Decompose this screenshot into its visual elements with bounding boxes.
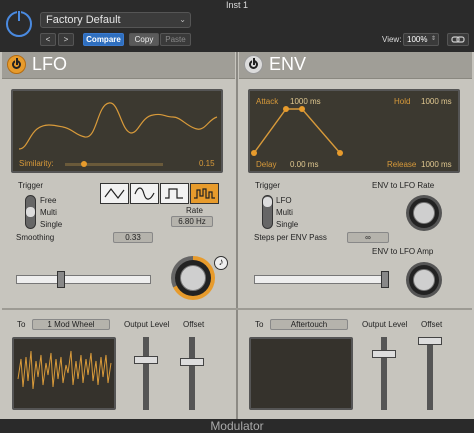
steps-slider[interactable]	[254, 275, 389, 284]
env-trigger-label: Trigger	[255, 181, 281, 190]
rate-label: Rate	[186, 206, 203, 215]
section-separator	[2, 308, 472, 310]
smoothing-value[interactable]: 0.33	[113, 232, 153, 243]
lfo-power-button[interactable]	[7, 55, 26, 74]
bypass-power-icon[interactable]	[6, 10, 32, 37]
lfo-output-level-slider[interactable]	[143, 337, 149, 410]
copy-button[interactable]: Copy	[129, 33, 159, 46]
link-button[interactable]	[447, 33, 469, 46]
triangle-wave-icon	[104, 188, 125, 199]
panel-divider	[236, 52, 238, 419]
next-preset-button[interactable]: >	[58, 33, 74, 46]
note-sync-icon[interactable]: ♪	[214, 256, 228, 270]
env-trigger-switch[interactable]	[262, 195, 273, 229]
lfo-offset-thumb[interactable]	[180, 358, 204, 366]
env-output-level-thumb[interactable]	[372, 350, 396, 358]
similarity-label: Similarity:	[19, 159, 54, 168]
similarity-value: 0.15	[199, 159, 215, 168]
host-header: Inst 1 Factory Default ⌄ < > Compare Cop…	[0, 0, 474, 52]
lfo-offset-label: Offset	[183, 320, 205, 329]
lfo-output-display	[12, 337, 116, 410]
env-output-level-slider[interactable]	[381, 337, 387, 410]
env-to-lfo-rate-label: ENV to LFO Rate	[372, 181, 435, 190]
steps-label: Steps per ENV Pass	[254, 233, 327, 242]
wave-triangle-button[interactable]	[100, 183, 129, 204]
modulator-plugin: LFO ENV Similarity: 0.15 Trigger Free Mu…	[0, 52, 474, 419]
wave-sine-button[interactable]	[130, 183, 159, 204]
prev-preset-button[interactable]: <	[40, 33, 56, 46]
env-trigger-option[interactable]: LFO	[276, 196, 292, 205]
wave-random-button[interactable]	[190, 183, 219, 204]
env-panel-header: ENV	[239, 52, 472, 79]
hold-label: Hold	[394, 97, 411, 106]
paste-button[interactable]: Paste	[160, 33, 191, 46]
view-label: View:	[382, 35, 402, 44]
env-power-button[interactable]	[244, 55, 263, 74]
env-offset-label: Offset	[421, 320, 443, 329]
sine-wave-icon	[134, 187, 155, 200]
hold-value[interactable]: 1000 ms	[421, 97, 452, 106]
lfo-trigger-option[interactable]: Multi	[40, 208, 57, 217]
env-trigger-option[interactable]: Multi	[276, 208, 293, 217]
lfo-output-level-thumb[interactable]	[134, 356, 158, 364]
similarity-track[interactable]	[65, 163, 163, 166]
lfo-trigger-label: Trigger	[18, 181, 44, 190]
release-value[interactable]: 1000 ms	[421, 160, 452, 169]
updown-icon: ⇕	[430, 36, 436, 42]
attack-label: Attack	[256, 97, 279, 106]
env-offset-thumb[interactable]	[418, 337, 442, 345]
lfo-panel-header: LFO	[2, 52, 235, 79]
smoothing-label: Smoothing	[16, 233, 55, 242]
lfo-title: LFO	[32, 54, 68, 74]
compare-button[interactable]: Compare	[83, 33, 124, 46]
lfo-offset-slider[interactable]	[189, 337, 195, 410]
chevron-down-icon: ⌄	[179, 15, 186, 24]
lfo-trigger-switch[interactable]	[25, 195, 36, 229]
zoom-select[interactable]: 100% ⇕	[403, 33, 439, 46]
lfo-waveform-display: Similarity: 0.15	[11, 89, 223, 173]
square-wave-icon	[165, 188, 183, 199]
lfo-output-noise	[17, 350, 112, 390]
similarity-handle[interactable]	[81, 161, 87, 167]
random-wave-icon	[194, 188, 215, 199]
env-to-lfo-amp-knob[interactable]	[406, 262, 442, 298]
env-output-display	[249, 337, 353, 410]
env-to-lfo-amp-label: ENV to LFO Amp	[372, 247, 434, 256]
delay-label: Delay	[256, 160, 277, 169]
lfo-output-level-label: Output Level	[124, 320, 170, 329]
lfo-trigger-option[interactable]: Single	[40, 220, 62, 229]
wave-square-button[interactable]	[160, 183, 189, 204]
plugin-footer: Modulator	[0, 419, 474, 433]
env-target-select[interactable]: Aftertouch	[270, 319, 348, 330]
rate-knob[interactable]	[171, 256, 215, 300]
env-target-prefix: To	[255, 320, 264, 329]
steps-slider-thumb[interactable]	[381, 271, 389, 288]
env-envelope-display: Attack 1000 ms Hold 1000 ms Delay 0.00 m…	[248, 89, 460, 173]
steps-value[interactable]: ∞	[347, 232, 389, 243]
env-title: ENV	[269, 54, 307, 74]
delay-value[interactable]: 0.00 ms	[290, 160, 318, 169]
zoom-value: 100%	[407, 35, 428, 44]
rate-value[interactable]: 6.80 Hz	[171, 216, 213, 227]
lfo-target-prefix: To	[17, 320, 26, 329]
smoothing-slider-thumb[interactable]	[57, 271, 65, 288]
env-trigger-option[interactable]: Single	[276, 220, 298, 229]
attack-value[interactable]: 1000 ms	[290, 97, 321, 106]
link-icon	[451, 36, 465, 43]
release-label: Release	[387, 160, 417, 169]
lfo-target-select[interactable]: 1 Mod Wheel	[32, 319, 110, 330]
preset-dropdown[interactable]: Factory Default ⌄	[40, 12, 191, 28]
smoothing-slider[interactable]	[16, 275, 151, 284]
preset-label: Factory Default	[46, 14, 121, 26]
window-title: Inst 1	[225, 0, 248, 10]
env-offset-slider[interactable]	[427, 337, 433, 410]
lfo-trigger-option[interactable]: Free	[40, 196, 56, 205]
env-output-level-label: Output Level	[362, 320, 408, 329]
env-to-lfo-rate-knob[interactable]	[406, 195, 442, 231]
